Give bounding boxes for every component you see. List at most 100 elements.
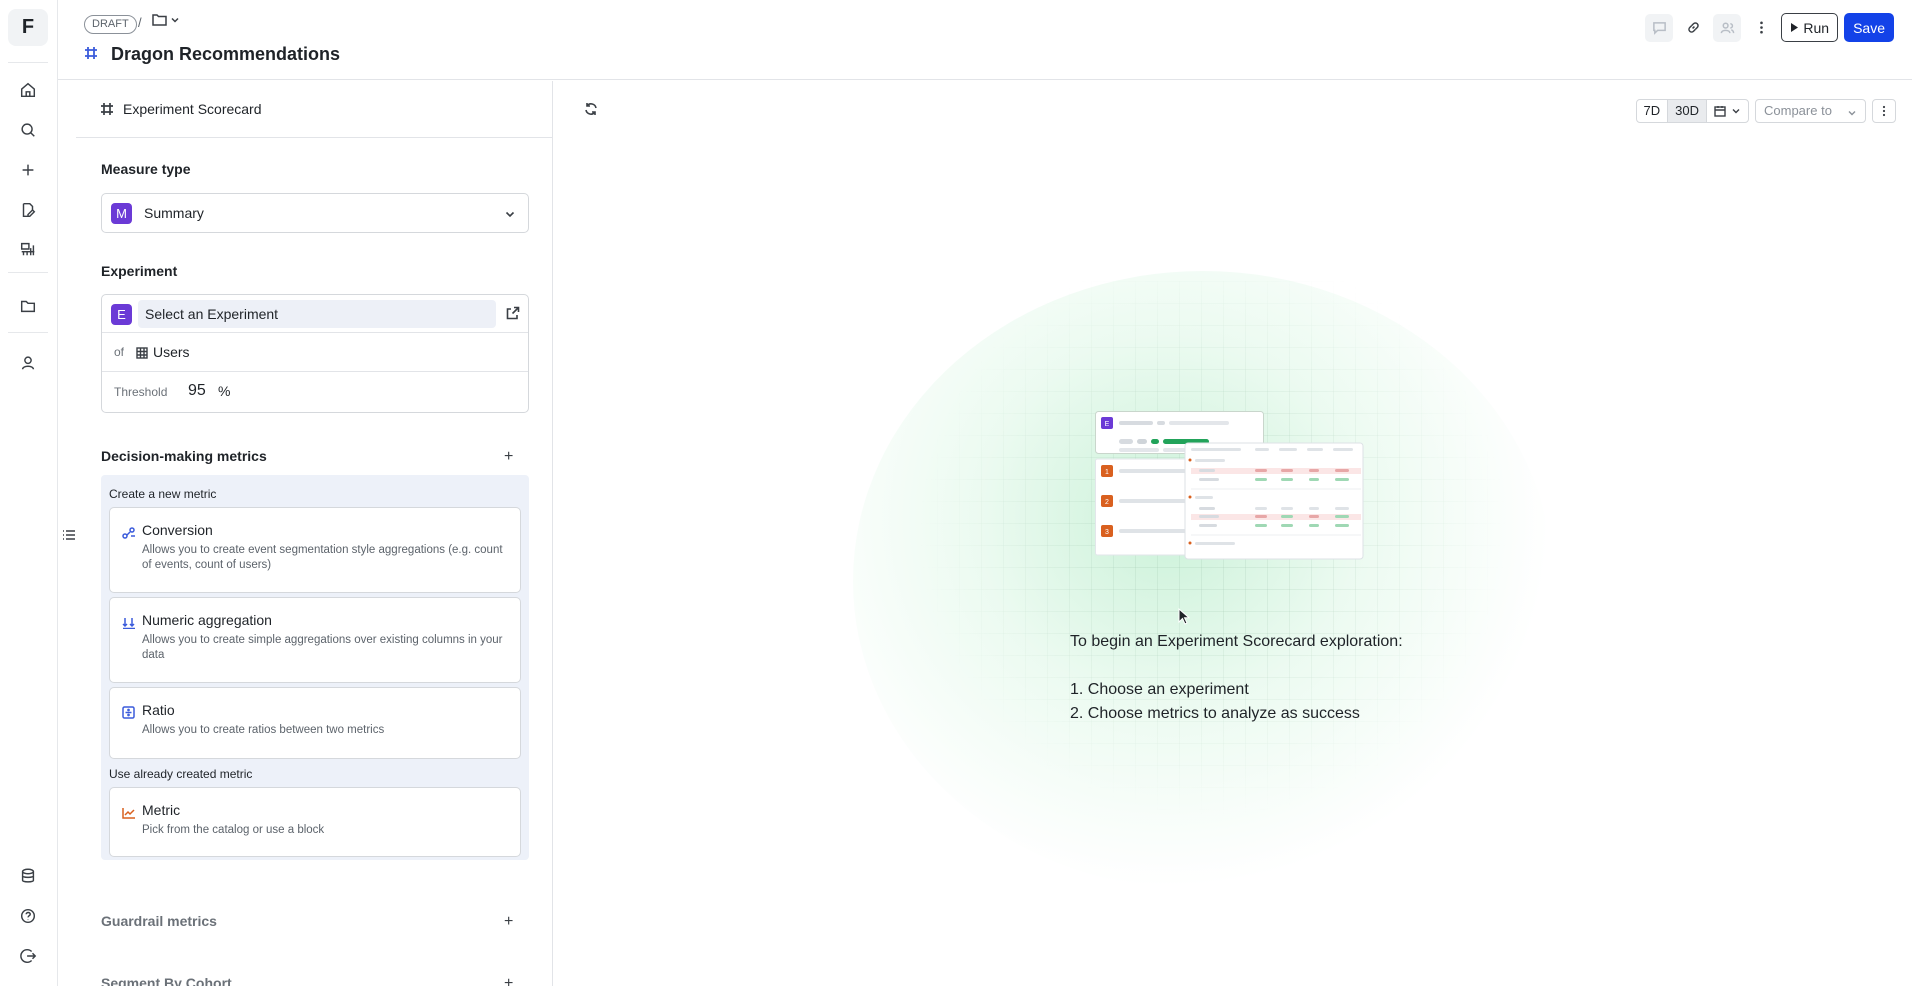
add-cohort-button[interactable]: +: [504, 976, 513, 986]
card-description: Allows you to create ratios between two …: [142, 724, 385, 736]
share-button[interactable]: [1713, 13, 1742, 42]
external-link-icon[interactable]: [506, 306, 520, 325]
copy-link-button[interactable]: [1679, 14, 1707, 42]
empty-state-title: To begin an Experiment Scorecard explora…: [1070, 633, 1403, 650]
existing-metric-label: Use already created metric: [109, 767, 253, 781]
experiment-label: Experiment: [101, 263, 178, 279]
date-range-selector: 7D 30D: [1635, 99, 1749, 123]
step-item: 1. Choose an experiment: [1070, 681, 1249, 698]
rail-divider: [8, 62, 48, 63]
illus-badge-e: E: [1105, 421, 1110, 428]
conversion-metric-card[interactable]: Conversion Allows you to create event se…: [109, 507, 521, 593]
breadcrumb-separator: /: [138, 15, 142, 30]
edit-document-icon[interactable]: [14, 196, 42, 224]
add-guardrail-metric-button[interactable]: +: [504, 914, 513, 930]
chevron-down-icon: [504, 207, 516, 225]
measure-type-select[interactable]: M Summary: [101, 193, 529, 233]
header-actions: Run Save: [1645, 13, 1894, 42]
panel-header: Experiment Scorecard: [76, 81, 553, 138]
page-title[interactable]: Dragon Recommendations: [111, 44, 340, 65]
existing-metric-card[interactable]: Metric Pick from the catalog or use a bl…: [109, 787, 521, 857]
conversion-icon: [122, 526, 136, 544]
search-icon[interactable]: [14, 116, 42, 144]
draft-badge: DRAFT: [84, 15, 137, 34]
segment-by-cohort-label: Segment By Cohort: [101, 975, 232, 986]
mouse-cursor-icon: [1178, 608, 1190, 625]
empty-state-steps: 1. Choose an experiment 2. Choose metric…: [1070, 678, 1360, 726]
scorecard-icon: [84, 46, 98, 60]
top-header: DRAFT / Dragon Recommendations Run Save: [58, 0, 1912, 80]
comment-button[interactable]: [1645, 13, 1674, 42]
breadcrumb-folder[interactable]: [152, 13, 180, 26]
compare-to-label: Compare to: [1764, 103, 1832, 118]
link-icon: [1688, 22, 1699, 33]
card-title: Metric: [142, 802, 181, 818]
time-toolbar: 7D 30D Compare to: [1635, 99, 1896, 123]
experiment-badge: E: [111, 304, 132, 325]
card-description: Pick from the catalog or use a block: [142, 824, 325, 836]
measure-badge: M: [111, 203, 132, 224]
main-canvas: 7D 30D Compare to E 1 2 3 To begin an Ex…: [553, 81, 1912, 986]
run-button[interactable]: Run: [1781, 13, 1839, 42]
illus-badge-2: 2: [1105, 499, 1109, 506]
calendar-icon: [1714, 106, 1726, 117]
comment-icon: [1653, 22, 1666, 35]
experiment-select[interactable]: Select an Experiment: [138, 300, 496, 328]
card-description: Allows you to create event segmentation …: [142, 544, 503, 571]
rail-divider: [8, 332, 48, 333]
range-30d-button[interactable]: 30D: [1667, 100, 1707, 122]
scorecard-icon: [100, 102, 114, 121]
threshold-input[interactable]: 95: [188, 382, 206, 400]
rail-divider: [8, 272, 48, 273]
refresh-icon[interactable]: [583, 101, 599, 122]
card-title: Conversion: [142, 522, 213, 538]
chevron-down-icon: [1732, 109, 1740, 114]
more-vertical-icon: [1760, 21, 1763, 34]
threshold-row: Threshold 95 %: [102, 372, 528, 412]
compare-to-select[interactable]: Compare to: [1755, 99, 1866, 123]
range-7d-button[interactable]: 7D: [1637, 100, 1668, 122]
app-logo[interactable]: F: [8, 9, 48, 46]
logout-icon[interactable]: [14, 942, 42, 970]
new-metric-chooser: Create a new metric Conversion Allows yo…: [101, 475, 529, 860]
empty-state-grid: [893, 281, 1533, 841]
experiment-config: E Select an Experiment of Users Threshol…: [101, 294, 529, 413]
people-icon: [1720, 22, 1735, 34]
of-label: of: [114, 345, 125, 359]
line-chart-icon: [122, 806, 136, 824]
chart-board-icon[interactable]: [14, 235, 42, 263]
add-decision-metric-button[interactable]: +: [504, 449, 513, 465]
help-icon[interactable]: [14, 902, 42, 930]
save-button[interactable]: Save: [1844, 13, 1894, 42]
app-window: F DRAFT / Dragon Recommendations Run Sav…: [0, 0, 1912, 986]
create-metric-label: Create a new metric: [109, 487, 217, 501]
plus-icon[interactable]: [14, 156, 42, 184]
threshold-unit: %: [218, 383, 231, 399]
folder-icon[interactable]: [14, 292, 42, 320]
ratio-metric-card[interactable]: Ratio Allows you to create ratios betwee…: [109, 687, 521, 759]
toggle-panel-list-icon[interactable]: [62, 528, 76, 542]
folder-icon: [152, 14, 167, 26]
custom-date-button[interactable]: [1707, 100, 1748, 122]
card-title: Numeric aggregation: [142, 612, 272, 628]
panel-title: Experiment Scorecard: [123, 101, 262, 117]
table-icon: [136, 346, 148, 364]
subject-table-name: Users: [153, 344, 190, 360]
numeric-aggregation-card[interactable]: Numeric aggregation Allows you to create…: [109, 597, 521, 683]
config-panel: Experiment Scorecard Measure type M Summ…: [76, 81, 553, 986]
chart-options-button[interactable]: [1872, 99, 1896, 123]
guardrail-metrics-label: Guardrail metrics: [101, 913, 217, 929]
database-icon[interactable]: [14, 862, 42, 890]
person-icon[interactable]: [14, 349, 42, 377]
home-icon[interactable]: [14, 76, 42, 104]
chevron-down-icon: [1848, 111, 1856, 116]
scorecard-illustration: E 1 2 3: [1095, 411, 1364, 560]
chevron-down-icon: [171, 17, 179, 23]
subject-table-row[interactable]: of Users: [102, 333, 528, 372]
card-title: Ratio: [142, 702, 175, 718]
decision-metrics-label: Decision-making metrics: [101, 448, 267, 464]
left-rail: F: [0, 0, 58, 986]
illus-badge-1: 1: [1105, 469, 1109, 476]
more-vertical-icon: [1882, 105, 1886, 117]
more-menu-button[interactable]: [1747, 14, 1775, 42]
